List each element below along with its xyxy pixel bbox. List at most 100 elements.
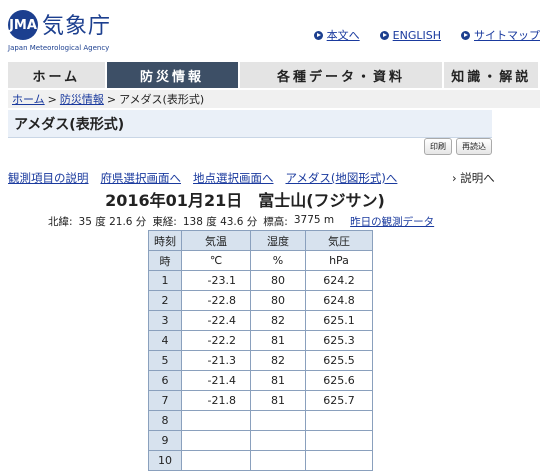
cell-hour: 3 (148, 310, 182, 331)
cell-temp: -22.4 (181, 310, 251, 331)
breadcrumb-separator-icon: > (106, 92, 117, 106)
cell-humidity: 80 (250, 290, 306, 311)
logo-title: 気象庁 (42, 14, 112, 39)
cell-hour: 6 (148, 370, 182, 391)
cell-hour: 4 (148, 330, 182, 351)
cell-temp: -21.8 (181, 390, 251, 411)
cell-pressure: 624.2 (305, 270, 373, 291)
unit-time: 時 (148, 250, 182, 271)
link-station-select[interactable]: 地点選択画面へ (193, 170, 274, 186)
chevron-right-icon: › (452, 171, 457, 185)
cell-pressure (305, 410, 373, 431)
cell-pressure: 625.5 (305, 350, 373, 371)
cell-hour: 9 (148, 430, 182, 451)
cell-temp: -21.4 (181, 370, 251, 391)
lon-label: 東経: (152, 216, 177, 228)
lon-value: 138 度 43.6 分 (182, 216, 258, 228)
print-button[interactable]: 印刷 (424, 138, 452, 155)
cell-humidity (250, 430, 306, 451)
header-humidity: 湿度 (250, 230, 306, 251)
jma-logo[interactable]: JMA 気象庁 Japan Meteorological Agency (8, 8, 118, 52)
top-link-english[interactable]: ENGLISH (379, 29, 441, 42)
main-content-link[interactable]: 本文へ (327, 27, 360, 43)
cell-hour: 10 (148, 450, 182, 471)
cell-humidity (250, 410, 306, 431)
breadcrumb-current: アメダス(表形式) (119, 93, 205, 106)
cell-temp: -21.3 (181, 350, 251, 371)
table-row: 6 -21.4 81 625.6 (148, 370, 373, 391)
table-row: 2 -22.8 80 624.8 (148, 290, 373, 311)
cell-pressure: 625.6 (305, 370, 373, 391)
breadcrumb: ホーム > 防災情報 > アメダス(表形式) (8, 90, 540, 108)
sitemap-link[interactable]: サイトマップ (474, 27, 540, 43)
lat-value: 35 度 21.6 分 (78, 216, 147, 228)
navigation-links: 観測項目の説明 府県選択画面へ 地点選択画面へ アメダス(地図形式)へ (8, 170, 397, 186)
cell-temp: -22.8 (181, 290, 251, 311)
cell-pressure: 625.1 (305, 310, 373, 331)
table-row: 4 -22.2 81 625.3 (148, 330, 373, 351)
main-nav: ホーム 防災情報 各種データ・資料 知識・解説 (8, 62, 540, 88)
cell-hour: 2 (148, 290, 182, 311)
cell-pressure: 624.8 (305, 290, 373, 311)
observation-table: 時刻 気温 湿度 気圧 時 ℃ % hPa 1 -23.1 80 624.2 2 -22.… (148, 230, 373, 471)
cell-pressure (305, 450, 373, 471)
cell-hour: 7 (148, 390, 182, 411)
link-map-format[interactable]: アメダス(地図形式)へ (286, 170, 398, 186)
table-unit-row: 時 ℃ % hPa (148, 250, 373, 271)
section-title: アメダス(表形式) (8, 110, 492, 138)
cell-hour: 8 (148, 410, 182, 431)
unit-pressure: hPa (305, 250, 373, 271)
cell-pressure (305, 430, 373, 451)
table-row: 7 -21.8 81 625.7 (148, 390, 373, 411)
cell-temp: -23.1 (181, 270, 251, 291)
table-row: 9 (148, 430, 373, 451)
table-header-row: 時刻 気温 湿度 気圧 (148, 230, 373, 251)
breadcrumb-home[interactable]: ホーム (12, 91, 45, 107)
top-link-main[interactable]: 本文へ (313, 27, 360, 43)
arrow-bullet-icon (461, 30, 470, 40)
cell-humidity: 81 (250, 370, 306, 391)
breadcrumb-separator-icon: > (47, 92, 57, 106)
header: JMA 気象庁 Japan Meteorological Agency 本文へ … (0, 0, 540, 60)
nav-tab-home[interactable]: ホーム (8, 62, 107, 88)
cell-humidity: 82 (250, 350, 306, 371)
cell-hour: 1 (148, 270, 182, 291)
reload-button[interactable]: 再読込 (456, 138, 492, 155)
jma-logo-icon: JMA (8, 10, 38, 40)
lat-label: 北緯: (48, 216, 73, 228)
cell-humidity: 82 (250, 310, 306, 331)
cell-hour: 5 (148, 350, 182, 371)
next-link[interactable]: › 説明へ (452, 170, 495, 186)
header-time: 時刻 (148, 230, 182, 251)
nav-tab-data[interactable]: 各種データ・資料 (239, 62, 445, 88)
nav-tab-knowledge[interactable]: 知識・解説 (444, 62, 540, 88)
arrow-bullet-icon (379, 30, 389, 40)
logo-subtitle: Japan Meteorological Agency (8, 44, 110, 52)
link-prefecture-select[interactable]: 府県選択画面へ (101, 170, 182, 186)
table-row: 8 (148, 410, 373, 431)
cell-pressure: 625.7 (305, 390, 373, 411)
cell-pressure: 625.3 (305, 330, 373, 351)
prev-day-link[interactable]: 昨日の観測データ (350, 214, 434, 229)
page-buttons: 印刷 再読込 (424, 138, 492, 155)
cell-temp: -22.2 (181, 330, 251, 351)
cell-temp (181, 430, 251, 451)
page-title: 2016年01月21日 富士山(フジサン) (105, 191, 385, 210)
header-pressure: 気圧 (305, 230, 373, 251)
breadcrumb-disaster[interactable]: 防災情報 (60, 91, 104, 107)
cell-humidity: 81 (250, 330, 306, 351)
unit-temp: ℃ (181, 250, 251, 271)
table-row: 5 -21.3 82 625.5 (148, 350, 373, 371)
cell-humidity (250, 450, 306, 471)
table-row: 1 -23.1 80 624.2 (148, 270, 373, 291)
cell-temp (181, 410, 251, 431)
arrow-bullet-icon (313, 30, 323, 40)
nav-tab-disaster[interactable]: 防災情報 (106, 62, 240, 88)
station-coords: 北緯: 35 度 21.6 分 東経: 138 度 43.6 分 標高: 377… (48, 214, 434, 229)
link-observation-items[interactable]: 観測項目の説明 (8, 170, 89, 186)
alt-label: 標高: (263, 216, 288, 228)
english-link[interactable]: ENGLISH (393, 29, 441, 42)
cell-temp (181, 450, 251, 471)
cell-humidity: 80 (250, 270, 306, 291)
top-link-sitemap[interactable]: サイトマップ (461, 27, 540, 43)
